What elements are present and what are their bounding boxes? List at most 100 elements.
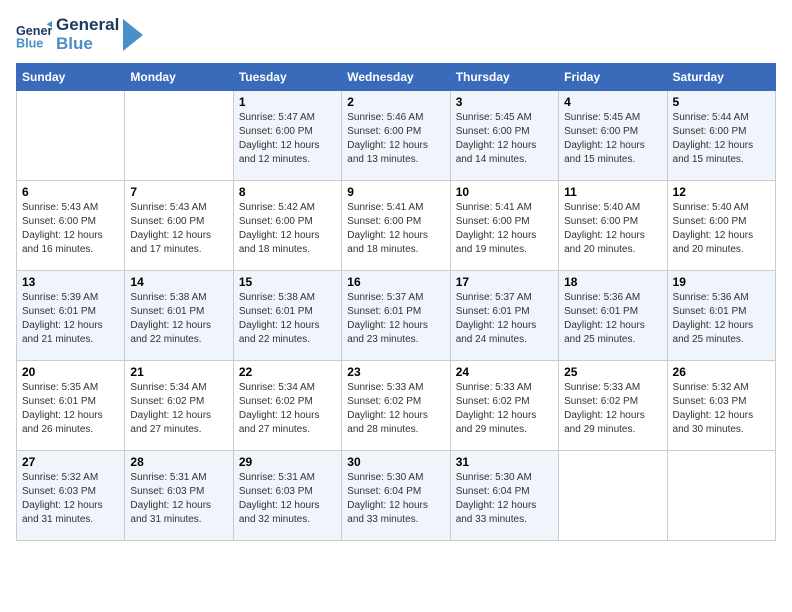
calendar-cell: 28 Sunrise: 5:31 AM Sunset: 6:03 PM Dayli… [125, 451, 233, 541]
day-info: Sunrise: 5:36 AM Sunset: 6:01 PM Dayligh… [673, 291, 770, 347]
day-number: 2 [347, 95, 444, 109]
calendar-cell: 24 Sunrise: 5:33 AM Sunset: 6:02 PM Dayli… [450, 361, 558, 451]
day-number: 23 [347, 365, 444, 379]
calendar-cell: 25Sunrise: 5:33 AM Sunset: 6:02 PM Dayli… [559, 361, 667, 451]
day-info: Sunrise: 5:37 AM Sunset: 6:01 PM Dayligh… [456, 291, 553, 347]
day-number: 3 [456, 95, 553, 109]
day-number: 22 [239, 365, 336, 379]
calendar-cell: 7 Sunrise: 5:43 AM Sunset: 6:00 PM Daylig… [125, 181, 233, 271]
weekday-header-monday: Monday [125, 64, 233, 91]
weekday-header-sunday: Sunday [17, 64, 125, 91]
day-info: Sunrise: 5:46 AM Sunset: 6:00 PM Dayligh… [347, 111, 444, 167]
day-number: 9 [347, 185, 444, 199]
page-header: General Blue General Blue [16, 16, 776, 53]
calendar-cell: 20Sunrise: 5:35 AM Sunset: 6:01 PM Dayli… [17, 361, 125, 451]
calendar-cell [17, 91, 125, 181]
day-info: Sunrise: 5:33 AM Sunset: 6:02 PM Dayligh… [456, 381, 553, 437]
calendar-cell [125, 91, 233, 181]
calendar-cell: 11Sunrise: 5:40 AM Sunset: 6:00 PM Dayli… [559, 181, 667, 271]
calendar-cell [667, 451, 775, 541]
day-info: Sunrise: 5:32 AM Sunset: 6:03 PM Dayligh… [22, 471, 119, 527]
day-number: 12 [673, 185, 770, 199]
day-number: 1 [239, 95, 336, 109]
calendar-cell: 27 Sunrise: 5:32 AM Sunset: 6:03 PM Dayli… [17, 451, 125, 541]
calendar-cell: 18 Sunrise: 5:36 AM Sunset: 6:01 PM Dayli… [559, 271, 667, 361]
day-info: Sunrise: 5:40 AM Sunset: 6:00 PM Dayligh… [673, 201, 770, 257]
day-info: Sunrise: 5:36 AM Sunset: 6:01 PM Dayligh… [564, 291, 661, 347]
calendar-cell: 6 Sunrise: 5:43 AM Sunset: 6:00 PM Daylig… [17, 181, 125, 271]
calendar-cell: 2 Sunrise: 5:46 AM Sunset: 6:00 PM Daylig… [342, 91, 450, 181]
weekday-header-wednesday: Wednesday [342, 64, 450, 91]
day-number: 7 [130, 185, 227, 199]
weekday-header-friday: Friday [559, 64, 667, 91]
day-number: 10 [456, 185, 553, 199]
calendar-cell: 15Sunrise: 5:38 AM Sunset: 6:01 PM Dayli… [233, 271, 341, 361]
calendar-cell: 1 Sunrise: 5:47 AM Sunset: 6:00 PM Daylig… [233, 91, 341, 181]
logo-icon: General Blue [16, 17, 52, 53]
day-info: Sunrise: 5:30 AM Sunset: 6:04 PM Dayligh… [456, 471, 553, 527]
day-number: 28 [130, 455, 227, 469]
calendar-week-row: 1 Sunrise: 5:47 AM Sunset: 6:00 PM Daylig… [17, 91, 776, 181]
day-info: Sunrise: 5:41 AM Sunset: 6:00 PM Dayligh… [456, 201, 553, 257]
calendar-week-row: 27 Sunrise: 5:32 AM Sunset: 6:03 PM Dayli… [17, 451, 776, 541]
calendar-week-row: 6 Sunrise: 5:43 AM Sunset: 6:00 PM Daylig… [17, 181, 776, 271]
day-info: Sunrise: 5:39 AM Sunset: 6:01 PM Dayligh… [22, 291, 119, 347]
calendar-week-row: 13Sunrise: 5:39 AM Sunset: 6:01 PM Dayli… [17, 271, 776, 361]
logo: General Blue General Blue [16, 16, 143, 53]
weekday-header-tuesday: Tuesday [233, 64, 341, 91]
day-info: Sunrise: 5:42 AM Sunset: 6:00 PM Dayligh… [239, 201, 336, 257]
calendar-cell: 16Sunrise: 5:37 AM Sunset: 6:01 PM Dayli… [342, 271, 450, 361]
day-info: Sunrise: 5:34 AM Sunset: 6:02 PM Dayligh… [130, 381, 227, 437]
day-number: 4 [564, 95, 661, 109]
day-number: 18 [564, 275, 661, 289]
day-number: 6 [22, 185, 119, 199]
weekday-header-row: SundayMondayTuesdayWednesdayThursdayFrid… [17, 64, 776, 91]
day-number: 31 [456, 455, 553, 469]
day-info: Sunrise: 5:31 AM Sunset: 6:03 PM Dayligh… [239, 471, 336, 527]
day-number: 5 [673, 95, 770, 109]
day-info: Sunrise: 5:44 AM Sunset: 6:00 PM Dayligh… [673, 111, 770, 167]
calendar-cell: 8Sunrise: 5:42 AM Sunset: 6:00 PM Daylig… [233, 181, 341, 271]
logo-blue: Blue [56, 35, 119, 54]
day-info: Sunrise: 5:43 AM Sunset: 6:00 PM Dayligh… [22, 201, 119, 257]
logo-arrow-icon [123, 19, 143, 51]
logo-general: General [56, 16, 119, 35]
calendar-cell: 3 Sunrise: 5:45 AM Sunset: 6:00 PM Daylig… [450, 91, 558, 181]
day-number: 25 [564, 365, 661, 379]
day-info: Sunrise: 5:47 AM Sunset: 6:00 PM Dayligh… [239, 111, 336, 167]
calendar-cell: 21 Sunrise: 5:34 AM Sunset: 6:02 PM Dayli… [125, 361, 233, 451]
calendar-cell: 19 Sunrise: 5:36 AM Sunset: 6:01 PM Dayli… [667, 271, 775, 361]
day-number: 24 [456, 365, 553, 379]
day-number: 19 [673, 275, 770, 289]
day-info: Sunrise: 5:38 AM Sunset: 6:01 PM Dayligh… [130, 291, 227, 347]
day-info: Sunrise: 5:38 AM Sunset: 6:01 PM Dayligh… [239, 291, 336, 347]
day-number: 14 [130, 275, 227, 289]
day-number: 27 [22, 455, 119, 469]
day-number: 20 [22, 365, 119, 379]
calendar-cell: 14 Sunrise: 5:38 AM Sunset: 6:01 PM Dayli… [125, 271, 233, 361]
calendar-cell: 4 Sunrise: 5:45 AM Sunset: 6:00 PM Daylig… [559, 91, 667, 181]
calendar-cell [559, 451, 667, 541]
day-info: Sunrise: 5:45 AM Sunset: 6:00 PM Dayligh… [564, 111, 661, 167]
day-info: Sunrise: 5:43 AM Sunset: 6:00 PM Dayligh… [130, 201, 227, 257]
calendar-cell: 22 Sunrise: 5:34 AM Sunset: 6:02 PM Dayli… [233, 361, 341, 451]
day-number: 21 [130, 365, 227, 379]
day-info: Sunrise: 5:45 AM Sunset: 6:00 PM Dayligh… [456, 111, 553, 167]
calendar-cell: 12 Sunrise: 5:40 AM Sunset: 6:00 PM Dayli… [667, 181, 775, 271]
day-info: Sunrise: 5:41 AM Sunset: 6:00 PM Dayligh… [347, 201, 444, 257]
day-number: 17 [456, 275, 553, 289]
calendar-cell: 30Sunrise: 5:30 AM Sunset: 6:04 PM Dayli… [342, 451, 450, 541]
calendar-cell: 23 Sunrise: 5:33 AM Sunset: 6:02 PM Dayli… [342, 361, 450, 451]
day-number: 26 [673, 365, 770, 379]
calendar-cell: 13Sunrise: 5:39 AM Sunset: 6:01 PM Dayli… [17, 271, 125, 361]
calendar-cell: 10 Sunrise: 5:41 AM Sunset: 6:00 PM Dayli… [450, 181, 558, 271]
day-info: Sunrise: 5:31 AM Sunset: 6:03 PM Dayligh… [130, 471, 227, 527]
day-info: Sunrise: 5:34 AM Sunset: 6:02 PM Dayligh… [239, 381, 336, 437]
calendar-cell: 17 Sunrise: 5:37 AM Sunset: 6:01 PM Dayli… [450, 271, 558, 361]
calendar-cell: 5 Sunrise: 5:44 AM Sunset: 6:00 PM Daylig… [667, 91, 775, 181]
day-info: Sunrise: 5:37 AM Sunset: 6:01 PM Dayligh… [347, 291, 444, 347]
day-number: 29 [239, 455, 336, 469]
day-info: Sunrise: 5:40 AM Sunset: 6:00 PM Dayligh… [564, 201, 661, 257]
day-info: Sunrise: 5:30 AM Sunset: 6:04 PM Dayligh… [347, 471, 444, 527]
day-info: Sunrise: 5:33 AM Sunset: 6:02 PM Dayligh… [347, 381, 444, 437]
